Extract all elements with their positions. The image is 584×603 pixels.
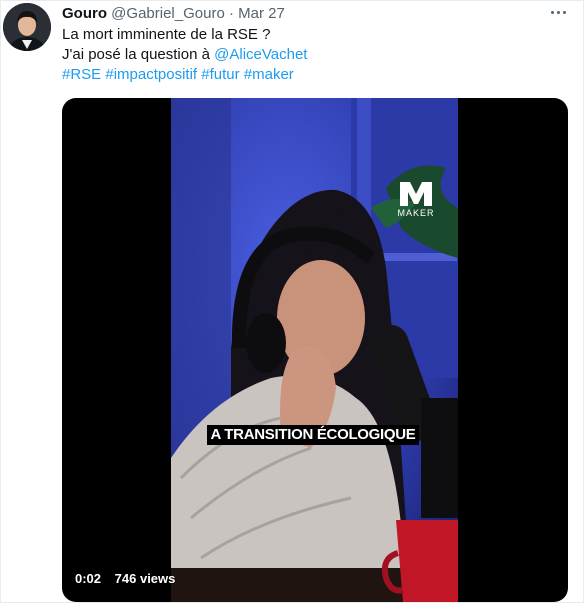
- author-name[interactable]: Gouro: [62, 5, 107, 22]
- hashtag-link[interactable]: #maker: [244, 66, 294, 83]
- maker-logo-mark: [400, 182, 432, 206]
- tweet-header: Gouro @Gabriel_Gouro · Mar 27: [62, 5, 285, 23]
- tweet-card[interactable]: Gouro @Gabriel_Gouro · Mar 27 La mort im…: [0, 0, 584, 603]
- avatar-image: [3, 3, 51, 51]
- video-scene-image: [171, 98, 458, 602]
- video-subtitle: A TRANSITION ÉCOLOGIQUE: [207, 425, 419, 445]
- video-frame: [171, 98, 458, 602]
- hashtag-link[interactable]: #futur: [201, 66, 239, 83]
- maker-logo-text: MAKER: [397, 208, 435, 218]
- video-player[interactable]: MAKER A TRANSITION ÉCOLOGIQUE 0:02 746 v…: [62, 98, 568, 602]
- hashtag-link[interactable]: #impactpositif: [105, 66, 197, 83]
- tweet-text: La mort imminente de la RSE ? J'ai posé …: [62, 25, 307, 85]
- tweet-line-2: J'ai posé la question à @AliceVachet: [62, 45, 307, 65]
- avatar[interactable]: [3, 3, 51, 51]
- tweet-line-2-prefix: J'ai posé la question à: [62, 46, 215, 63]
- maker-logo: MAKER: [394, 178, 438, 218]
- mention-link[interactable]: @AliceVachet: [214, 46, 307, 63]
- tweet-line-1: La mort imminente de la RSE ?: [62, 26, 271, 43]
- hashtag-link[interactable]: #RSE: [62, 66, 101, 83]
- video-time: 0:02: [75, 571, 102, 586]
- hashtag-row: #RSE #impactpositif #futur #maker: [62, 65, 307, 85]
- more-options-icon[interactable]: [549, 3, 569, 21]
- video-views: 746 views: [114, 571, 176, 586]
- header-separator: ·: [228, 5, 234, 22]
- author-handle[interactable]: @Gabriel_Gouro: [111, 5, 225, 22]
- tweet-date[interactable]: Mar 27: [238, 5, 285, 22]
- video-stats: 0:02 746 views: [75, 571, 175, 587]
